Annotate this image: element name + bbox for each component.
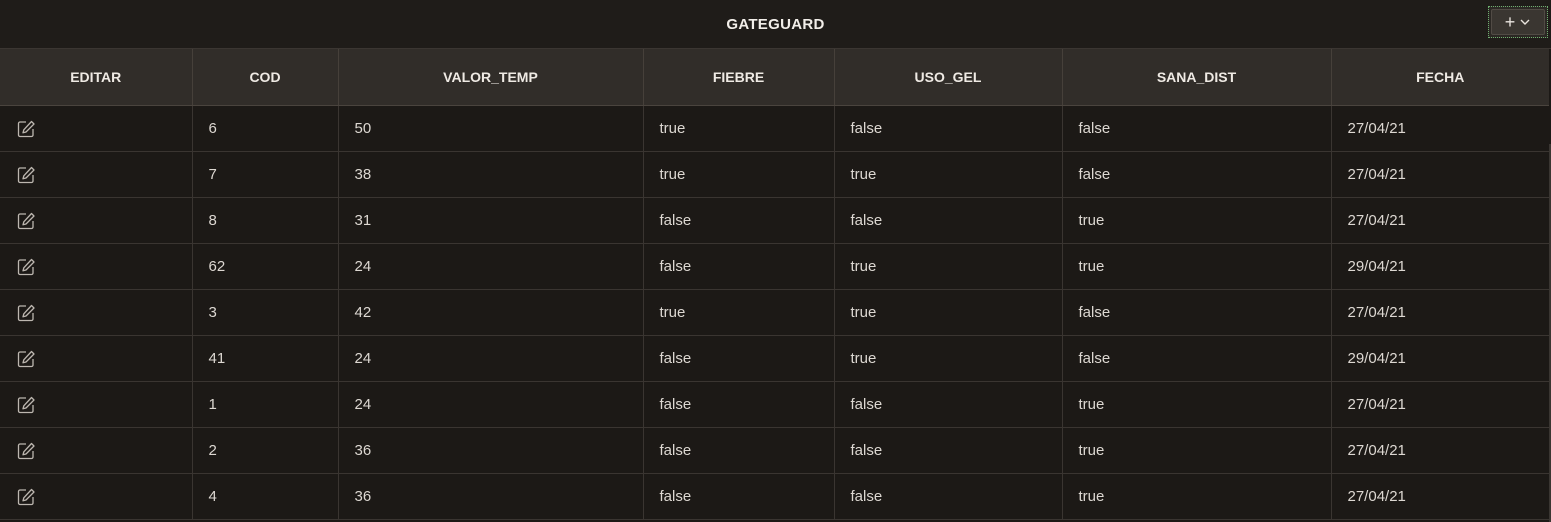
cell-sana-dist: true <box>1062 381 1332 428</box>
edit-icon[interactable] <box>16 165 36 185</box>
data-grid: EDITAR COD VALOR_TEMP FIEBRE USO_GEL SAN… <box>0 49 1549 520</box>
cell-valor-temp: 24 <box>338 381 644 428</box>
region-header: GATEGUARD + <box>0 0 1551 49</box>
cell-uso-gel: false <box>834 473 1063 520</box>
cell-fecha: 27/04/21 <box>1331 105 1549 152</box>
cell-cod: 8 <box>192 197 339 244</box>
cell-uso-gel: true <box>834 335 1063 382</box>
edit-cell <box>0 289 193 336</box>
edit-icon[interactable] <box>16 211 36 231</box>
cell-fecha: 27/04/21 <box>1331 197 1549 244</box>
cell-sana-dist: false <box>1062 151 1332 198</box>
edit-icon[interactable] <box>16 441 36 461</box>
cell-sana-dist: false <box>1062 289 1332 336</box>
cell-sana-dist: false <box>1062 105 1332 152</box>
cell-valor-temp: 24 <box>338 243 644 290</box>
cell-fiebre: true <box>643 151 835 198</box>
edit-icon[interactable] <box>16 257 36 277</box>
edit-cell <box>0 381 193 428</box>
cell-cod: 3 <box>192 289 339 336</box>
column-header-editar[interactable]: EDITAR <box>0 49 193 106</box>
cell-sana-dist: false <box>1062 335 1332 382</box>
cell-fiebre: false <box>643 427 835 474</box>
table-row[interactable]: 62 24 false true true 29/04/21 <box>0 243 1549 290</box>
cell-valor-temp: 36 <box>338 473 644 520</box>
edit-icon[interactable] <box>16 349 36 369</box>
table-row[interactable]: 1 24 false false true 27/04/21 <box>0 381 1549 428</box>
cell-fecha: 27/04/21 <box>1331 289 1549 336</box>
cell-fecha: 27/04/21 <box>1331 427 1549 474</box>
cell-cod: 41 <box>192 335 339 382</box>
edit-icon[interactable] <box>16 395 36 415</box>
cell-cod: 2 <box>192 427 339 474</box>
header-row: EDITAR COD VALOR_TEMP FIEBRE USO_GEL SAN… <box>0 49 1549 106</box>
column-header-uso-gel[interactable]: USO_GEL <box>834 49 1063 106</box>
table-row[interactable]: 8 31 false false true 27/04/21 <box>0 197 1549 244</box>
cell-uso-gel: true <box>834 151 1063 198</box>
cell-uso-gel: false <box>834 197 1063 244</box>
add-row-menu-button-face[interactable]: + <box>1491 9 1545 35</box>
cell-fiebre: false <box>643 473 835 520</box>
cell-fiebre: false <box>643 335 835 382</box>
cell-uso-gel: false <box>834 105 1063 152</box>
cell-valor-temp: 42 <box>338 289 644 336</box>
cell-cod: 4 <box>192 473 339 520</box>
table-row[interactable]: 2 36 false false true 27/04/21 <box>0 427 1549 474</box>
column-header-sana-dist[interactable]: SANA_DIST <box>1062 49 1332 106</box>
cell-valor-temp: 24 <box>338 335 644 382</box>
column-header-valor-temp[interactable]: VALOR_TEMP <box>338 49 644 106</box>
edit-cell <box>0 427 193 474</box>
grid-body: 6 50 true false false 27/04/21 7 38 true true fals… <box>0 105 1549 520</box>
plus-icon: + <box>1504 12 1516 32</box>
cell-fiebre: false <box>643 381 835 428</box>
cell-fecha: 27/04/21 <box>1331 151 1549 198</box>
edit-icon[interactable] <box>16 119 36 139</box>
cell-fiebre: true <box>643 105 835 152</box>
edit-cell <box>0 335 193 382</box>
edit-cell <box>0 151 193 198</box>
column-header-cod[interactable]: COD <box>192 49 339 106</box>
add-row-menu-button[interactable]: + <box>1488 6 1548 38</box>
cell-valor-temp: 31 <box>338 197 644 244</box>
cell-cod: 6 <box>192 105 339 152</box>
cell-cod: 62 <box>192 243 339 290</box>
cell-sana-dist: true <box>1062 243 1332 290</box>
cell-cod: 1 <box>192 381 339 428</box>
cell-uso-gel: true <box>834 243 1063 290</box>
app-window: GATEGUARD + EDITAR COD VALOR_TEMP FIEBRE… <box>0 0 1551 522</box>
table-row[interactable]: 3 42 true true false 27/04/21 <box>0 289 1549 336</box>
cell-uso-gel: true <box>834 289 1063 336</box>
cell-valor-temp: 38 <box>338 151 644 198</box>
edit-icon[interactable] <box>16 303 36 323</box>
edit-cell <box>0 197 193 244</box>
edit-cell <box>0 243 193 290</box>
cell-uso-gel: false <box>834 381 1063 428</box>
column-header-fecha[interactable]: FECHA <box>1331 49 1549 106</box>
cell-sana-dist: true <box>1062 197 1332 244</box>
cell-fecha: 27/04/21 <box>1331 381 1549 428</box>
cell-sana-dist: true <box>1062 427 1332 474</box>
chevron-down-icon <box>1520 19 1530 25</box>
column-header-fiebre[interactable]: FIEBRE <box>643 49 835 106</box>
table-row[interactable]: 41 24 false true false 29/04/21 <box>0 335 1549 382</box>
cell-sana-dist: true <box>1062 473 1332 520</box>
table-row[interactable]: 7 38 true true false 27/04/21 <box>0 151 1549 198</box>
cell-cod: 7 <box>192 151 339 198</box>
table-row[interactable]: 6 50 true false false 27/04/21 <box>0 105 1549 152</box>
cell-fecha: 29/04/21 <box>1331 335 1549 382</box>
table-row[interactable]: 4 36 false false true 27/04/21 <box>0 473 1549 520</box>
edit-icon[interactable] <box>16 487 36 507</box>
cell-fiebre: true <box>643 289 835 336</box>
cell-valor-temp: 50 <box>338 105 644 152</box>
cell-fiebre: false <box>643 197 835 244</box>
page-title: GATEGUARD <box>726 15 825 33</box>
cell-valor-temp: 36 <box>338 427 644 474</box>
cell-uso-gel: false <box>834 427 1063 474</box>
edit-cell <box>0 105 193 152</box>
cell-fecha: 29/04/21 <box>1331 243 1549 290</box>
cell-fiebre: false <box>643 243 835 290</box>
cell-fecha: 27/04/21 <box>1331 473 1549 520</box>
edit-cell <box>0 473 193 520</box>
